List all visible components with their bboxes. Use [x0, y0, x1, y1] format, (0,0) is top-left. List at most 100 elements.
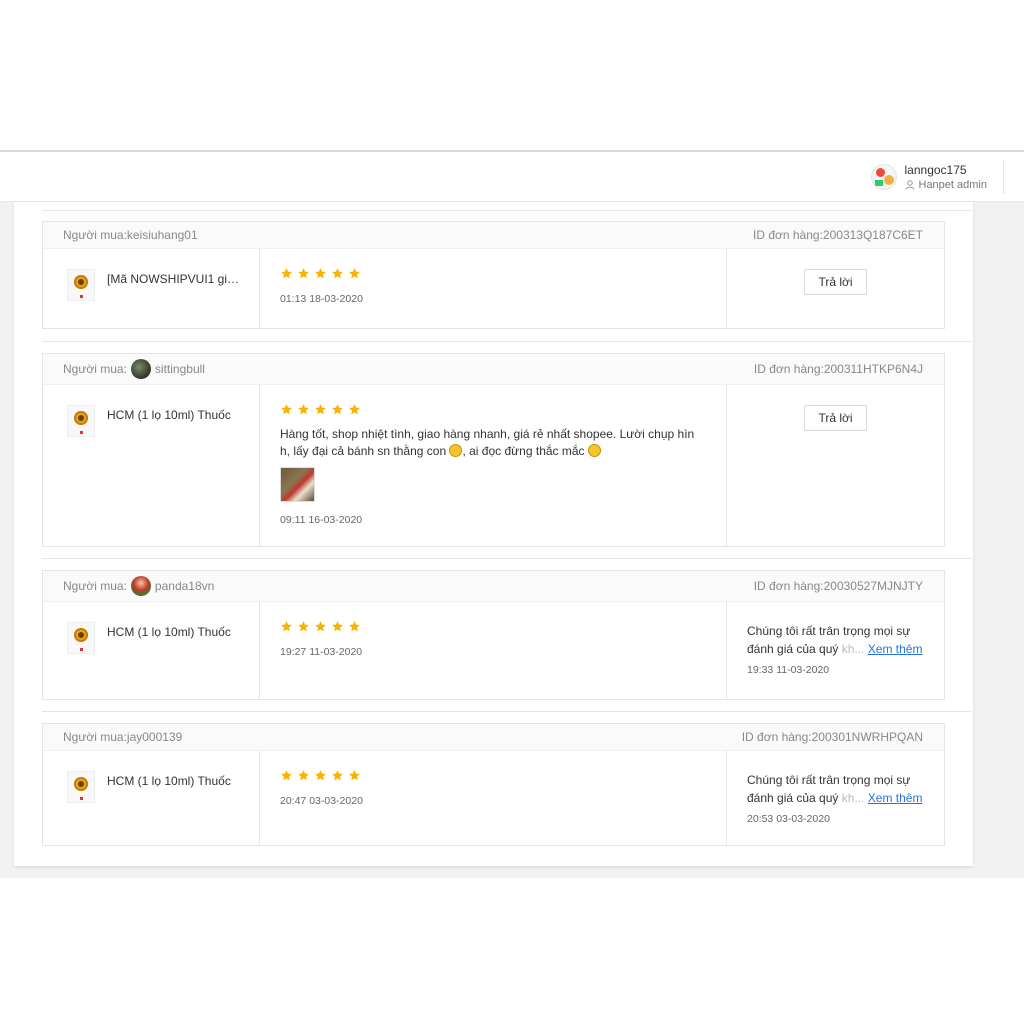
star-icon [298, 770, 309, 781]
buyer-name: panda18vn [154, 579, 215, 593]
buyer-info: Người mua: sittingbull [63, 359, 205, 379]
user-role-text: Hanpet admin [918, 178, 988, 191]
star-icon [281, 404, 292, 415]
review-body: HCM (1 lọ 10ml) Thuốc 19:27 11-03-2020 C… [43, 601, 944, 699]
order-id-value: 200313Q187C6ET [822, 228, 923, 242]
reply-button[interactable]: Trả lời [804, 405, 867, 431]
star-rating [280, 620, 706, 634]
product-name[interactable]: [Mã NOWSHIPVUI1 giảm [107, 269, 241, 287]
shop-reply-cell: Chúng tôi rất trân trọng mọi sự đánh giá… [727, 602, 944, 699]
divider [42, 341, 972, 342]
buyer-info: Người mua: jay000139 [63, 730, 182, 744]
review-body: HCM (1 lọ 10ml) Thuốc Hàng tốt, shop nhi… [43, 384, 944, 546]
order-id: ID đơn hàng:200311HTKP6N4J [754, 362, 923, 376]
product-cell: HCM (1 lọ 10ml) Thuốc [43, 751, 260, 845]
star-icon [298, 621, 309, 632]
review-time: 19:27 11-03-2020 [280, 646, 363, 658]
review-body: HCM (1 lọ 10ml) Thuốc 20:47 03-03-2020 C… [43, 750, 944, 845]
buyer-name: sittingbull [154, 362, 205, 376]
star-icon [349, 621, 360, 632]
product-cell: HCM (1 lọ 10ml) Thuốc [43, 602, 260, 699]
person-icon [905, 180, 914, 190]
review-header: Người mua: sittingbull ID đơn hàng:20031… [43, 354, 944, 384]
order-id-value: 20030527MJNJTY [823, 579, 923, 593]
action-cell: Trả lời [727, 385, 944, 546]
smile-emoji-icon [587, 444, 601, 457]
order-id: ID đơn hàng:200301NWRHPQAN [742, 730, 923, 744]
order-id-label: ID đơn hàng: [753, 228, 823, 242]
buyer-label: Người mua: [63, 579, 127, 593]
review-time: 20:47 03-03-2020 [280, 795, 363, 807]
star-icon [281, 621, 292, 632]
buyer-label: Người mua: [63, 362, 127, 376]
review-time: 01:13 18-03-2020 [280, 293, 363, 305]
star-icon [315, 268, 326, 279]
buyer-label: Người mua: [63, 730, 127, 744]
review-content: 01:13 18-03-2020 [260, 249, 727, 328]
product-thumbnail[interactable] [67, 269, 95, 301]
review-time: 09:11 16-03-2020 [280, 514, 363, 526]
review-header: Người mua: panda18vn ID đơn hàng:2003052… [43, 571, 944, 601]
star-icon [332, 268, 343, 279]
order-id-value: 200301NWRHPQAN [811, 730, 923, 744]
divider [42, 711, 972, 712]
review-card: Người mua: keisiuhang01 ID đơn hàng:20031… [42, 221, 945, 329]
reply-time: 20:53 03-03-2020 [747, 813, 830, 825]
see-more-link[interactable]: Xem thêm [868, 791, 923, 805]
review-header: Người mua: keisiuhang01 ID đơn hàng:20031… [43, 222, 944, 248]
buyer-label: Người mua: [63, 228, 127, 242]
review-card: Người mua: jay000139 ID đơn hàng:200301NW… [42, 723, 945, 846]
order-id-label: ID đơn hàng: [753, 362, 824, 376]
star-icon [298, 268, 309, 279]
review-photo[interactable] [280, 467, 315, 502]
star-icon [281, 770, 292, 781]
review-card: Người mua: sittingbull ID đơn hàng:20031… [42, 353, 945, 547]
star-icon [298, 404, 309, 415]
product-cell: [Mã NOWSHIPVUI1 giảm [43, 249, 260, 328]
product-name[interactable]: HCM (1 lọ 10ml) Thuốc [107, 771, 241, 789]
username: lanngoc175 [904, 162, 967, 177]
order-id-label: ID đơn hàng: [753, 579, 824, 593]
order-id: ID đơn hàng:20030527MJNJTY [754, 579, 923, 593]
star-icon [349, 404, 360, 415]
comment-text-2: , ai đọc đừng thắc mắc [462, 444, 588, 458]
review-content: 20:47 03-03-2020 [260, 751, 727, 845]
review-content: Hàng tốt, shop nhiệt tình, giao hàng nha… [260, 385, 727, 546]
user-avatar [870, 164, 897, 190]
action-cell: Trả lời [727, 249, 944, 328]
divider [42, 210, 972, 211]
star-icon [332, 404, 343, 415]
product-thumbnail[interactable] [67, 405, 95, 437]
star-icon [332, 621, 343, 632]
shop-reply-text: Chúng tôi rất trân trọng mọi sự đánh giá… [747, 622, 924, 658]
buyer-avatar [130, 359, 151, 379]
star-icon [332, 770, 343, 781]
star-icon [281, 268, 292, 279]
reply-button[interactable]: Trả lời [804, 269, 867, 295]
buyer-avatar [130, 576, 151, 596]
product-name[interactable]: HCM (1 lọ 10ml) Thuốc [107, 405, 241, 423]
see-more-link[interactable]: Xem thêm [868, 642, 923, 656]
top-bar: lanngoc175 Hanpet admin [0, 152, 1024, 202]
star-icon [315, 621, 326, 632]
review-management-screen: lanngoc175 Hanpet admin Người mua: keisiu… [0, 150, 1024, 878]
reply-truncated: kh... [841, 642, 865, 656]
star-rating [280, 769, 706, 783]
buyer-info: Người mua: panda18vn [63, 576, 214, 596]
review-body: [Mã NOWSHIPVUI1 giảm 01:13 18-03-2020 Tr… [43, 248, 944, 328]
star-rating [280, 403, 706, 417]
star-icon [315, 404, 326, 415]
product-name[interactable]: HCM (1 lọ 10ml) Thuốc [107, 622, 241, 640]
review-header: Người mua: jay000139 ID đơn hàng:200301NW… [43, 724, 944, 750]
star-icon [349, 268, 360, 279]
product-thumbnail[interactable] [67, 771, 95, 803]
product-thumbnail[interactable] [67, 622, 95, 654]
order-id: ID đơn hàng:200313Q187C6ET [753, 228, 923, 242]
user-role: Hanpet admin [905, 178, 988, 193]
product-cell: HCM (1 lọ 10ml) Thuốc [43, 385, 260, 546]
review-comment: Hàng tốt, shop nhiệt tình, giao hàng nha… [280, 426, 705, 460]
order-id-value: 200311HTKP6N4J [823, 362, 923, 376]
reviews-panel: Người mua: keisiuhang01 ID đơn hàng:20031… [14, 202, 973, 866]
shop-reply-cell: Chúng tôi rất trân trọng mọi sự đánh giá… [727, 751, 944, 845]
account-menu[interactable]: lanngoc175 Hanpet admin [870, 160, 1004, 194]
